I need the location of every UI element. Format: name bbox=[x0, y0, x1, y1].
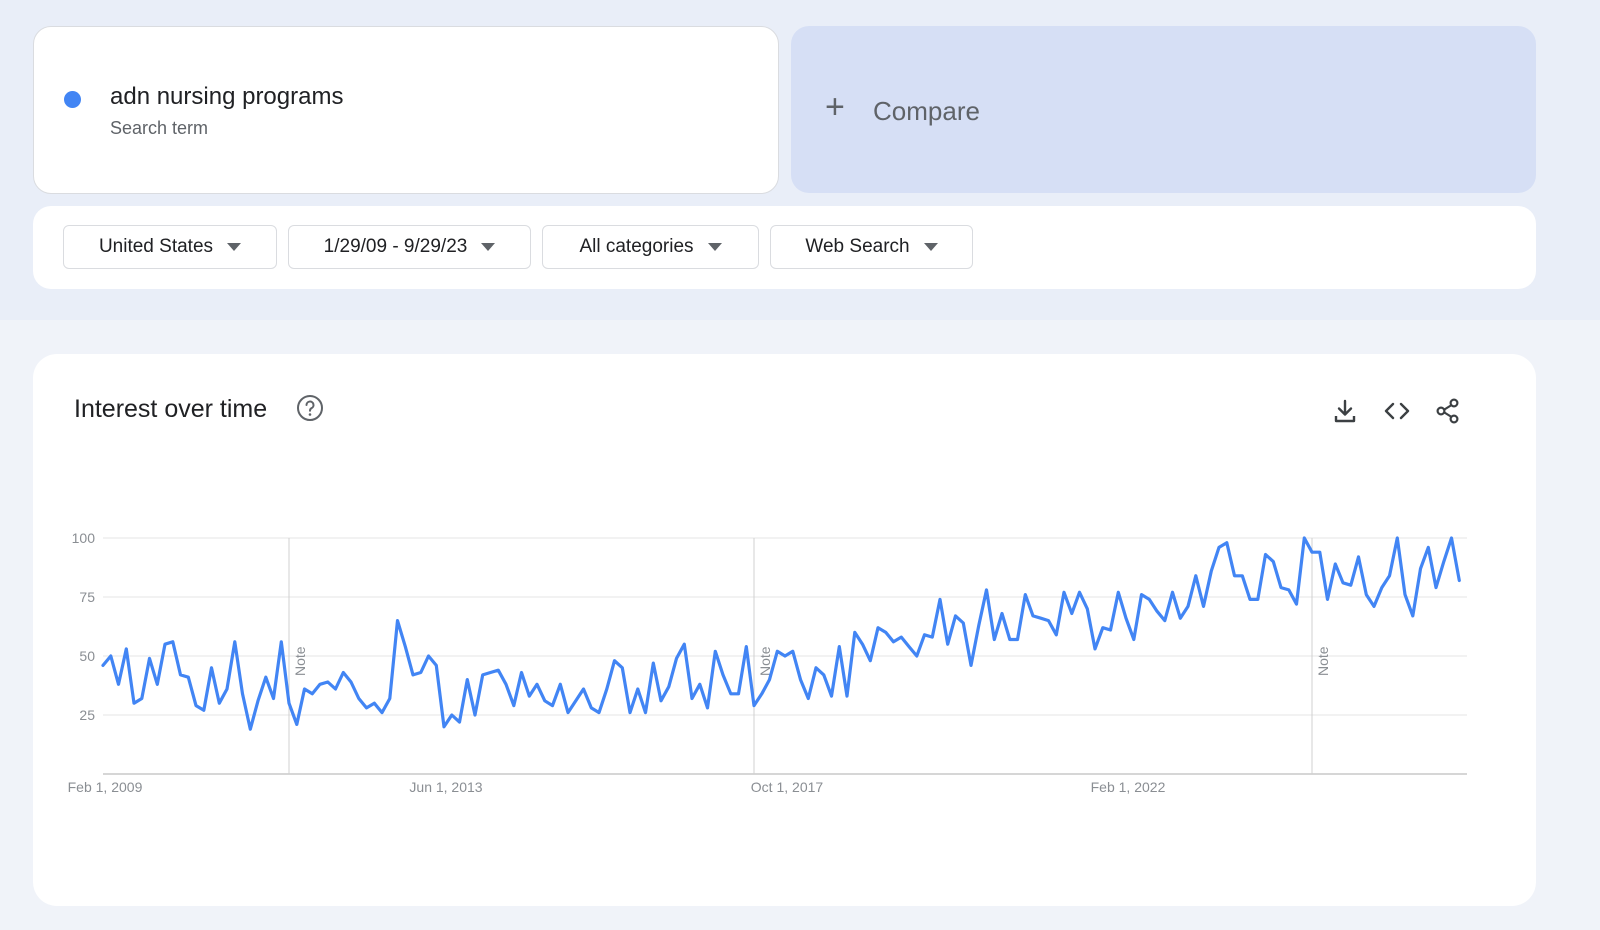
y-tick-label: 50 bbox=[79, 648, 95, 664]
search-term-card[interactable]: adn nursing programs Search term bbox=[33, 26, 779, 194]
compare-button[interactable]: + Compare bbox=[791, 26, 1536, 193]
series-line bbox=[101, 536, 1461, 731]
date-range-value: 1/29/09 - 9/29/23 bbox=[323, 236, 468, 257]
series-color-dot bbox=[64, 91, 81, 108]
filter-bar: United States 1/29/09 - 9/29/23 All cate… bbox=[33, 206, 1536, 289]
y-tick-label: 100 bbox=[72, 530, 96, 546]
note-label: Note bbox=[1315, 646, 1331, 676]
search-term-subtitle: Search term bbox=[110, 118, 209, 138]
x-tick-label: Jun 1, 2013 bbox=[409, 779, 482, 795]
region-value: United States bbox=[98, 236, 214, 257]
plus-icon: + bbox=[825, 88, 845, 126]
dropdown-arrow-icon bbox=[923, 243, 938, 251]
search-type-dropdown[interactable]: Web Search bbox=[770, 225, 973, 269]
search-term-name[interactable]: adn nursing programs bbox=[110, 83, 343, 111]
category-dropdown[interactable]: All categories bbox=[542, 225, 759, 269]
dropdown-arrow-icon bbox=[481, 243, 496, 251]
dropdown-arrow-icon bbox=[707, 243, 722, 251]
x-tick-label: Feb 1, 2009 bbox=[68, 779, 143, 795]
region-dropdown[interactable]: United States bbox=[63, 225, 277, 269]
interest-over-time-panel: Interest over time 25 50 75 100 Feb 1, 2009 J… bbox=[33, 354, 1536, 906]
category-value: All categories bbox=[579, 236, 694, 257]
y-tick-label: 75 bbox=[79, 589, 95, 605]
x-tick-label: Oct 1, 2017 bbox=[751, 779, 824, 795]
dropdown-arrow-icon bbox=[227, 243, 242, 251]
interest-line-chart: 25 50 75 100 Feb 1, 2009 Jun 1, 2013 Oct 1, 20… bbox=[68, 530, 1467, 795]
note-label: Note bbox=[292, 646, 308, 676]
search-type-value: Web Search bbox=[805, 236, 910, 257]
compare-label: Compare bbox=[873, 96, 980, 126]
x-tick-label: Feb 1, 2022 bbox=[1091, 779, 1166, 795]
y-tick-label: 25 bbox=[79, 707, 95, 723]
date-range-dropdown[interactable]: 1/29/09 - 9/29/23 bbox=[288, 225, 531, 269]
